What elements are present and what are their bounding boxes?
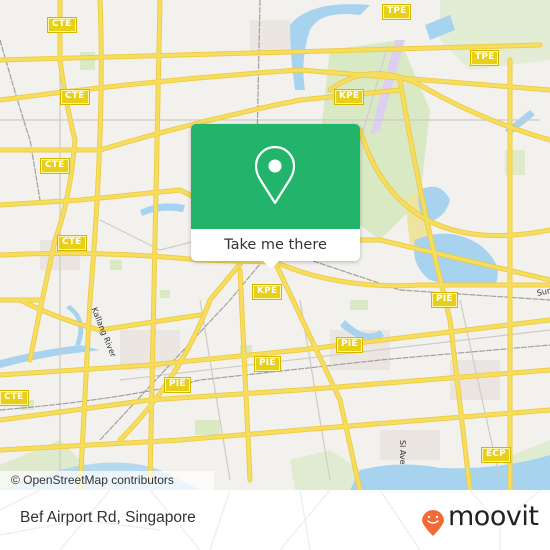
highway-shield-pie: PIE xyxy=(336,337,363,353)
street-label-sims-ave: Si Ave xyxy=(398,440,407,465)
popup-pointer xyxy=(263,261,279,269)
moovit-smiley-pin-icon xyxy=(422,510,444,536)
footer-bar: Bef Airport Rd, Singapore moovit xyxy=(0,490,550,550)
moovit-logo[interactable]: moovit xyxy=(420,501,540,537)
highway-shield-kpe: KPE xyxy=(251,284,283,300)
highway-shield-kpe: KPE xyxy=(333,89,365,105)
highway-shield-cte: CTE xyxy=(47,17,77,33)
map-pin-icon xyxy=(255,146,295,205)
highway-shield-tpe: TPE xyxy=(469,50,500,66)
highway-shield-cte: CTE xyxy=(57,235,87,251)
popup-header[interactable] xyxy=(191,124,360,229)
highway-shield-ecp: ECP xyxy=(481,447,511,463)
highway-shield-pie: PIE xyxy=(431,292,458,308)
location-popup[interactable]: Take me there xyxy=(191,124,360,269)
take-me-there-button[interactable]: Take me there xyxy=(191,229,360,261)
highway-shield-cte: CTE xyxy=(60,89,90,105)
highway-shield-cte: CTE xyxy=(0,390,29,406)
location-address: Bef Airport Rd, Singapore xyxy=(20,509,196,526)
highway-shield-tpe: TPE xyxy=(381,4,412,20)
map-attribution[interactable]: © OpenStreetMap contributors xyxy=(0,471,214,490)
moovit-wordmark: moovit xyxy=(448,501,539,532)
highway-shield-pie: PIE xyxy=(164,377,191,393)
highway-shield-pie: PIE xyxy=(254,356,281,372)
highway-shield-cte: CTE xyxy=(40,158,70,174)
map-view[interactable]: CTE CTE CTE CTE CTE TPE TPE KPE KPE PIE … xyxy=(0,0,550,490)
